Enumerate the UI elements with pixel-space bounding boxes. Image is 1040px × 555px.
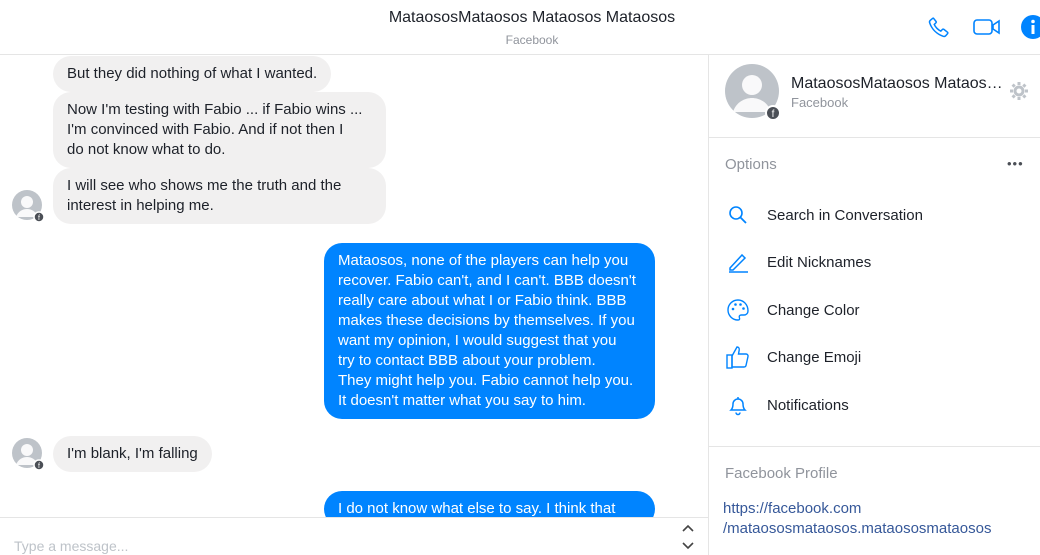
chevron-up-icon[interactable] [680,520,696,536]
message-list[interactable]: But they did nothing of what I wanted. N… [0,55,708,517]
option-edit-nicknames[interactable]: Edit Nicknames [725,242,1025,282]
bell-icon [725,392,751,418]
profile-source: Facebook [791,95,849,110]
incoming-message[interactable]: But they did nothing of what I wanted. [53,56,332,92]
message-composer[interactable]: Type a message... [0,517,708,555]
divider [709,137,1040,138]
incoming-message[interactable]: I'm blank, I'm falling [53,436,212,472]
thumbs-up-icon [725,344,751,370]
incoming-message[interactable]: I will see who shows me the truth and th… [53,168,386,224]
contact-avatar[interactable]: f [12,438,45,471]
facebook-profile-heading: Facebook Profile [725,465,838,482]
svg-text:f: f [38,215,40,222]
incoming-message[interactable]: Now I'm testing with Fabio ... if Fabio … [53,92,386,168]
gear-icon[interactable] [1009,81,1029,106]
palette-icon [725,297,751,323]
divider [709,446,1040,447]
phone-icon[interactable] [924,12,954,42]
option-search-in-conversation[interactable]: Search in Conversation [725,195,1025,235]
search-icon [725,202,751,228]
option-change-emoji[interactable]: Change Emoji [725,337,1025,377]
outgoing-message[interactable]: Mataosos, none of the players can help y… [324,243,655,419]
message-input[interactable]: Type a message... [14,538,128,554]
chevron-down-icon[interactable] [680,538,696,554]
option-notifications[interactable]: Notifications [725,385,1025,425]
outgoing-message[interactable]: I do not know what else to say. I think … [324,491,655,517]
conversation-subtitle: Facebook [505,33,559,47]
profile-avatar[interactable]: f [725,64,781,121]
option-change-color[interactable]: Change Color [725,290,1025,330]
options-heading: Options [725,156,777,173]
conversation-header: MataososMataosos Mataosos Mataosos Faceb… [0,0,1040,55]
video-camera-icon[interactable] [972,12,1002,42]
pencil-icon [725,249,751,275]
profile-name[interactable]: MataososMataosos Mataoso... [791,75,1003,93]
svg-text:f: f [772,109,775,120]
more-options-button[interactable]: ••• [1007,156,1024,171]
conversation-title: MataososMataosos Mataosos Mataosos [388,9,676,26]
svg-text:f: f [38,463,40,470]
contact-avatar[interactable]: f [12,190,45,223]
facebook-profile-link[interactable]: https://facebook.com /mataososmataosos.m… [723,499,991,539]
info-icon[interactable] [1018,12,1040,42]
conversation-details-panel: f MataososMataosos Mataoso... Facebook O… [708,55,1040,555]
